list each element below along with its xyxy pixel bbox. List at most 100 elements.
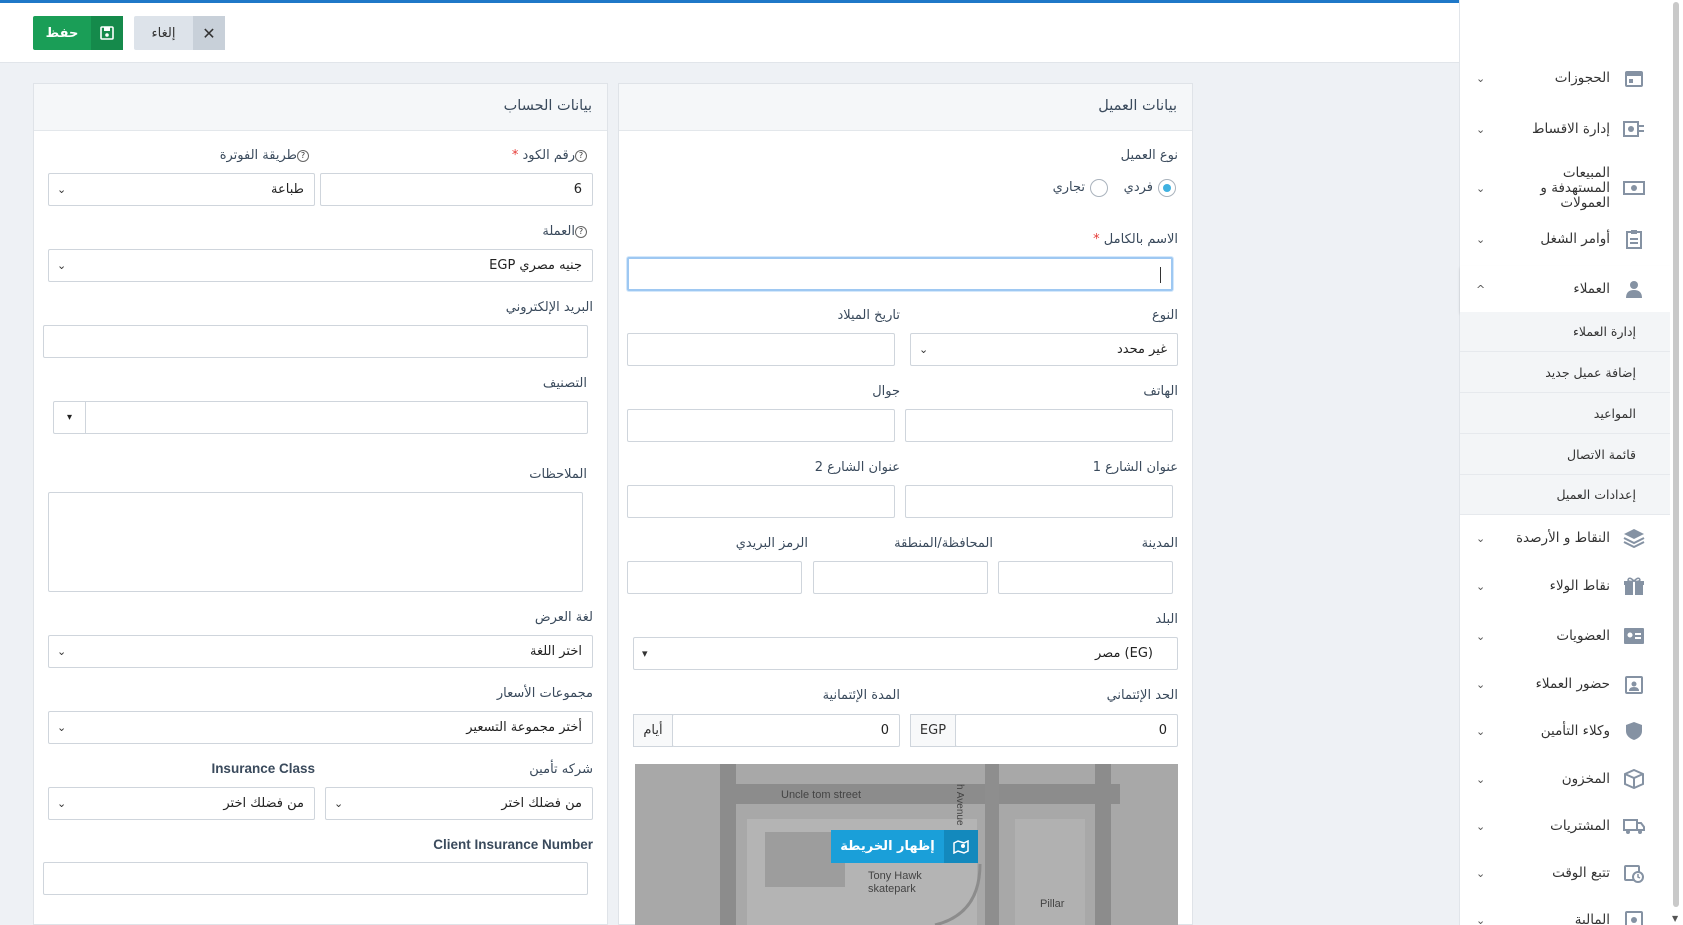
phone-input[interactable] [905,409,1173,442]
email-input[interactable] [43,325,588,358]
currency-value: EGP جنيه مصري [489,258,582,273]
price-groups-select[interactable]: ⌄ أختر مجموعة التسعير [48,711,593,744]
sidebar-subitem-appointments[interactable]: المواعيد [1460,393,1670,434]
calendar-icon [1622,66,1646,90]
sidebar-item-installments[interactable]: إدارة الاقساط ⌄ [1460,115,1670,143]
code-label-text: رقم الكود [522,148,575,163]
sidebar-item-finance[interactable]: المالية ⌄ [1460,906,1670,925]
box-icon [1622,767,1646,791]
page-scrollbar[interactable]: ▼ [1670,0,1683,925]
chevron-down-icon: ⌄ [1476,181,1486,195]
help-icon[interactable]: ? [575,225,587,238]
sidebar-subitem-manage-clients[interactable]: إدارة العملاء [1460,312,1670,352]
currency-select[interactable]: ⌄ EGP جنيه مصري [48,249,593,282]
insurance-class-select[interactable]: ⌄ من فضلك اختر [48,787,315,820]
sidebar-item-memberships[interactable]: العضويات ⌄ [1460,622,1670,650]
gender-label: النوع [1152,308,1178,323]
gender-value: غير محدد [1117,342,1167,357]
sidebar-item-purchases[interactable]: المشتريات ⌄ [1460,812,1670,840]
state-input[interactable] [813,561,988,594]
radio-commercial[interactable] [1090,179,1108,197]
mobile-label: جوال [872,384,900,399]
sidebar-item-work-orders[interactable]: أوامر الشغل ⌄ [1460,225,1670,253]
installments-icon [1622,117,1646,141]
sidebar-item-clients[interactable]: العملاء ^ [1460,266,1670,312]
radio-individual[interactable] [1158,179,1176,197]
invoice-method-value: طباعة [271,182,304,197]
notes-textarea[interactable] [48,492,583,592]
street2-input[interactable] [627,485,895,518]
id-card-icon [1622,624,1646,648]
text-cursor [1160,267,1161,283]
truck-icon [1622,814,1646,838]
map-park-label: Tony Hawk [868,870,922,882]
language-select[interactable]: ⌄ اختر اللغة [48,635,593,668]
scroll-down-arrow-icon[interactable]: ▼ [1672,914,1678,923]
birthdate-input[interactable] [627,333,895,366]
scrollbar-thumb[interactable] [1673,2,1679,907]
shield-icon [1622,719,1646,743]
chevron-down-icon: ⌄ [1476,71,1486,85]
credit-period-input[interactable]: 0 [672,714,900,747]
caret-down-icon: ▾ [642,647,648,660]
sidebar-item-client-attendance[interactable]: حضور العملاء ⌄ [1460,670,1670,698]
price-groups-value: أختر مجموعة التسعير [466,720,582,735]
zip-input[interactable] [627,561,802,594]
fullname-input[interactable] [627,257,1173,291]
category-dropdown-toggle[interactable]: ▾ [54,402,86,433]
sidebar-item-time-tracking[interactable]: تتبع الوقت ⌄ [1460,859,1670,887]
sidebar-item-label: النقاط و الأرصدة [1515,529,1610,546]
sidebar-item-insurance-agents[interactable]: وكلاء التأمين ⌄ [1460,717,1670,745]
sidebar-item-points-balances[interactable]: النقاط و الأرصدة ⌄ [1460,524,1670,552]
insurance-company-label: شركه تأمين [529,762,593,777]
chevron-down-icon: ⌄ [57,259,67,272]
invoice-method-select[interactable]: ⌄ طباعة [48,173,315,206]
code-input[interactable]: 6 [320,173,593,206]
country-select[interactable]: ▾ مصر (EG) [633,637,1178,670]
map-street-label: Uncle tom street [781,789,862,801]
category-select[interactable]: ▾ [53,401,588,434]
mobile-input[interactable] [627,409,895,442]
sidebar-subitem-client-settings[interactable]: إعدادات العميل [1460,475,1670,515]
insurance-company-select[interactable]: ⌄ من فضلك اختر [325,787,593,820]
account-panel-title: بيانات الحساب [34,84,607,131]
chevron-down-icon: ⌄ [919,343,929,356]
chevron-down-icon: ⌄ [1476,772,1486,786]
map-pillar-label: Pillar [1040,898,1065,910]
credit-limit-input[interactable]: 0 [955,714,1178,747]
show-map-button[interactable]: إظهار الخريطة [831,830,978,863]
city-input[interactable] [998,561,1173,594]
chevron-down-icon: ⌄ [1476,122,1486,136]
sidebar-item-bookings[interactable]: الحجوزات ⌄ [1460,64,1670,92]
help-icon[interactable]: ? [575,149,587,162]
chevron-down-icon: ⌄ [1476,677,1486,691]
country-label: البلد [1155,612,1178,627]
save-button[interactable]: حفظ [33,16,123,50]
chevron-down-icon: ⌄ [334,797,344,810]
sidebar-item-inventory[interactable]: المخزون ⌄ [1460,765,1670,793]
sidebar-item-label: العضويات [1556,627,1610,644]
notes-label: الملاحظات [529,467,587,482]
sidebar-item-label: المشتريات [1550,817,1610,834]
insurance-number-input[interactable] [43,862,588,895]
radio-individual-label: فردي [1123,180,1153,195]
cancel-button[interactable]: ✕ إلغاء [134,16,225,50]
credit-limit-value: 0 [1158,723,1167,738]
credit-limit-label: الحد الإئتماني [1106,688,1178,703]
sidebar-subitem-contact-list[interactable]: قائمة الاتصال [1460,434,1670,475]
layers-icon [1622,526,1646,550]
country-value: مصر (EG) [1095,646,1153,661]
clock-icon [1622,861,1646,885]
radio-commercial-label: تجاري [1052,180,1085,195]
street1-label: عنوان الشارع 1 [1092,460,1178,475]
help-icon[interactable]: ? [297,149,309,162]
client-panel-title: بيانات العميل [619,84,1192,131]
sidebar-item-label: حضور العملاء [1535,675,1610,692]
sidebar-item-loyalty[interactable]: نقاط الولاء ⌄ [1460,572,1670,600]
sidebar-item-sales-targets[interactable]: المبيعات المستهدفة و العمولات ⌄ [1460,165,1670,210]
gender-select[interactable]: ⌄ غير محدد [910,333,1178,366]
code-label: * رقم الكود? [512,148,593,163]
chevron-down-icon: ⌄ [57,183,67,196]
street1-input[interactable] [905,485,1173,518]
sidebar-subitem-add-client[interactable]: إضافة عميل جديد [1460,352,1670,393]
